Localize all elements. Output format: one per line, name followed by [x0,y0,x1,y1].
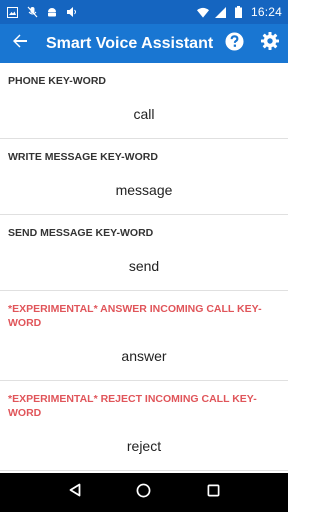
setting-label: *EXPERIMENTAL* REJECT INCOMING CALL KEY-… [8,393,257,419]
settings-list: PHONE KEY-WORD call WRITE MESSAGE KEY-WO… [0,63,288,473]
status-right-icons: 16:24 [196,5,282,19]
wifi-icon [196,6,209,18]
setting-label: *EXPERIMENTAL* ANSWER INCOMING CALL KEY-… [8,303,262,329]
nav-back-button[interactable] [55,473,95,512]
setting-value[interactable]: message [0,164,288,214]
setting-reject-call-keyword[interactable]: *EXPERIMENTAL* REJECT INCOMING CALL KEY-… [0,381,288,471]
setting-label: PHONE KEY-WORD [8,75,107,87]
help-icon [224,31,244,56]
nav-home-button[interactable] [124,473,164,512]
settings-button[interactable] [252,24,288,63]
setting-send-message-keyword[interactable]: SEND MESSAGE KEY-WORD send [0,215,288,291]
help-button[interactable] [216,24,252,63]
volume-icon [66,6,78,18]
setting-value[interactable]: send [0,240,288,290]
setting-value[interactable]: answer [0,330,288,380]
image-icon [6,6,18,18]
gear-icon [261,32,279,55]
back-triangle-icon [68,483,82,502]
battery-icon [233,6,245,18]
setting-answer-call-keyword[interactable]: *EXPERIMENTAL* ANSWER INCOMING CALL KEY-… [0,291,288,381]
status-left-icons [6,6,78,18]
android-icon [46,6,58,18]
signal-icon [215,6,227,18]
system-nav-bar [0,473,288,512]
mute-icon [26,6,38,18]
setting-value[interactable]: reject [0,420,288,470]
back-button[interactable] [0,24,40,63]
page-title: Smart Voice Assistant [46,34,214,52]
setting-phone-keyword[interactable]: PHONE KEY-WORD call [0,63,288,139]
setting-label: WRITE MESSAGE KEY-WORD [8,151,158,163]
app-bar: Smart Voice Assistant [0,24,288,63]
recents-square-icon [207,484,220,502]
status-time: 16:24 [250,5,282,19]
setting-write-message-keyword[interactable]: WRITE MESSAGE KEY-WORD message [0,139,288,215]
status-bar: 16:24 [0,0,288,24]
nav-recents-button[interactable] [193,473,233,512]
arrow-back-icon [12,33,28,54]
setting-value[interactable]: call [0,88,288,138]
setting-label: SEND MESSAGE KEY-WORD [8,227,154,239]
home-circle-icon [136,483,151,503]
